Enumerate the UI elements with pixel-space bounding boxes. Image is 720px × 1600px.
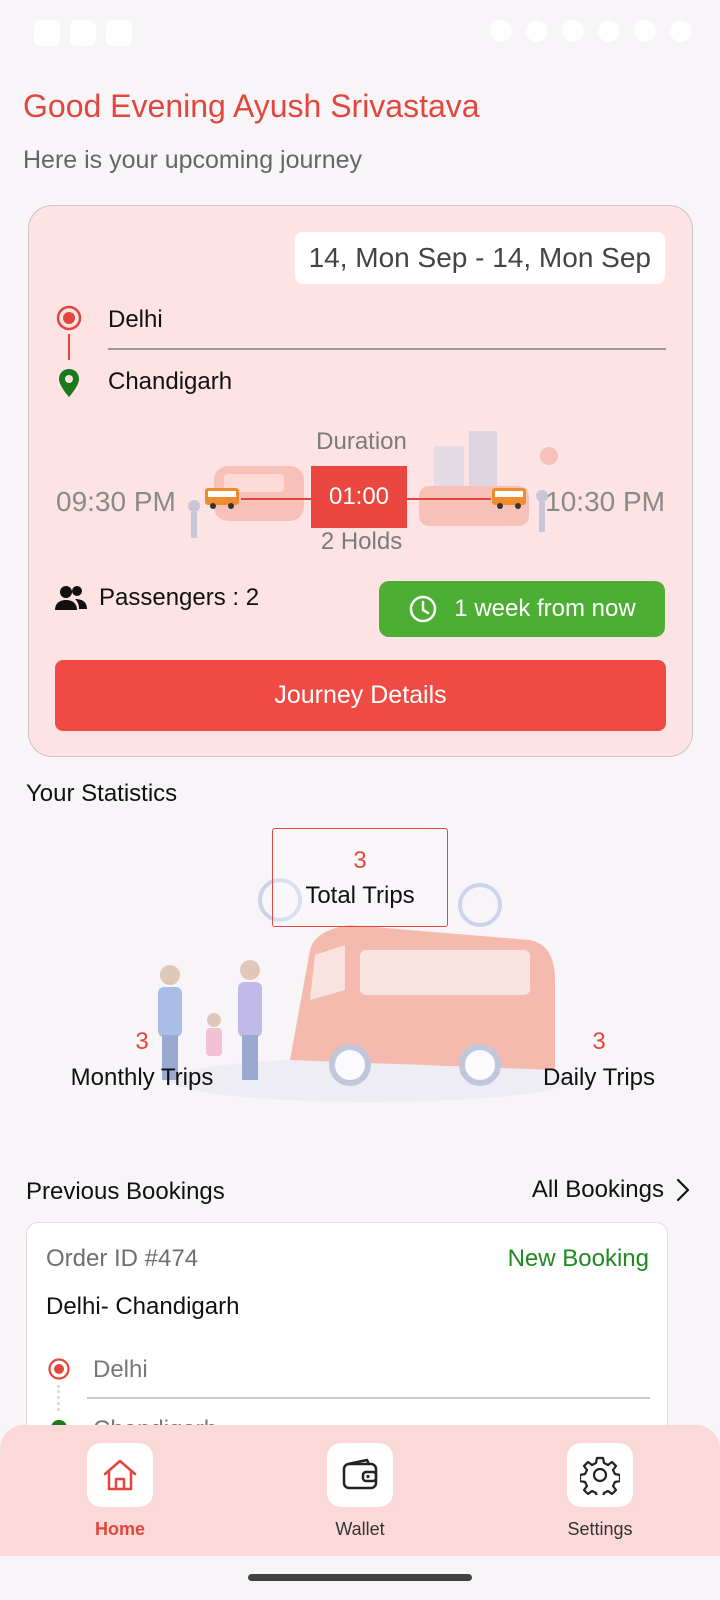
arrival-time: 10:30 PM (545, 486, 665, 517)
nav-tile-settings (567, 1443, 633, 1507)
booking-order-id: Order ID #474 (46, 1245, 199, 1272)
passenger-count-label: Passengers : 2 (99, 584, 260, 611)
status-bar (0, 0, 720, 64)
holds-count: 2 Holds (320, 528, 403, 555)
previous-bookings-title: Previous Bookings (26, 1178, 225, 1205)
route-connector (57, 1385, 60, 1411)
bus-icon (205, 488, 239, 509)
statistics-title: Your Statistics (26, 780, 178, 807)
bottom-navigation: Home Wallet Settings (0, 1425, 720, 1556)
booking-status-badge: New Booking (507, 1245, 649, 1272)
greeting-title: Good Evening Ayush Srivastava (23, 88, 480, 124)
journey-countdown-badge: 1 week from now (379, 581, 665, 637)
route-divider (87, 1397, 650, 1399)
timeline-line (407, 498, 491, 500)
home-screen: Good Evening Ayush Srivastava Here is yo… (0, 0, 720, 1600)
status-icon (70, 20, 96, 46)
duration-label: Duration (316, 428, 407, 455)
greeting-subtitle: Here is your upcoming journey (23, 146, 363, 174)
monthly-trips-value: 3 (135, 1028, 149, 1055)
nav-label-wallet: Wallet (335, 1519, 385, 1539)
status-icon (106, 20, 132, 46)
nav-item-home[interactable]: Home (65, 1443, 175, 1540)
daily-trips-label: Daily Trips (542, 1064, 656, 1091)
people-icon (55, 586, 87, 610)
timeline-line (241, 498, 311, 500)
journey-origin: Delhi (108, 306, 163, 333)
duration-badge: 01:00 (311, 466, 407, 528)
gear-icon (580, 1456, 620, 1495)
total-trips-label: Total Trips (305, 882, 415, 909)
battery-icon (670, 20, 692, 42)
status-bar-right-icons (490, 20, 692, 42)
journey-countdown-label: 1 week from now (454, 595, 636, 622)
origin-marker-icon (48, 1358, 70, 1380)
status-icon (526, 20, 548, 42)
nav-tile-wallet (327, 1443, 393, 1507)
status-icon (34, 20, 60, 46)
origin-marker-icon (56, 305, 82, 331)
nav-item-wallet[interactable]: Wallet (305, 1443, 415, 1540)
route-connector (68, 334, 70, 360)
destination-pin-icon (59, 369, 79, 397)
booking-route-title: Delhi- Chandigarh (46, 1293, 240, 1320)
total-trips-stat: 3 Total Trips (272, 828, 448, 927)
journey-destination: Chandigarh (108, 368, 233, 395)
upcoming-journey-card[interactable]: 14, Mon Sep - 14, Mon Sep Delhi Chandiga… (28, 205, 693, 757)
chevron-right-icon (676, 1178, 690, 1202)
journey-date-range: 14, Mon Sep - 14, Mon Sep (294, 232, 665, 284)
monthly-trips-label: Monthly Trips (70, 1064, 214, 1091)
nav-label-home: Home (94, 1519, 145, 1539)
departure-time: 09:30 PM (56, 486, 176, 517)
signal-icon (634, 20, 656, 42)
daily-trips-stat: 3 Daily Trips (530, 1028, 668, 1092)
wallet-icon (342, 1458, 378, 1490)
wifi-icon (598, 20, 620, 42)
status-icon (562, 20, 584, 42)
home-icon (103, 1459, 137, 1491)
journey-details-button[interactable]: Journey Details (55, 660, 666, 731)
daily-trips-value: 3 (592, 1028, 606, 1055)
status-bar-left-icons (34, 20, 132, 46)
gesture-navigation-bar[interactable] (248, 1574, 472, 1581)
all-bookings-label: All Bookings (531, 1176, 664, 1203)
all-bookings-link[interactable]: All Bookings (532, 1176, 690, 1204)
route-divider (108, 348, 666, 350)
total-trips-value: 3 (353, 847, 367, 874)
nav-label-settings: Settings (567, 1519, 633, 1539)
passenger-count: Passengers : 2 (55, 584, 259, 612)
clock-icon (410, 595, 437, 623)
monthly-trips-stat: 3 Monthly Trips (62, 1028, 222, 1092)
bus-icon (492, 488, 526, 509)
nav-tile-home (87, 1443, 153, 1507)
booking-origin: Delhi (93, 1356, 148, 1383)
nav-item-settings[interactable]: Settings (545, 1443, 655, 1540)
status-icon (490, 20, 512, 42)
